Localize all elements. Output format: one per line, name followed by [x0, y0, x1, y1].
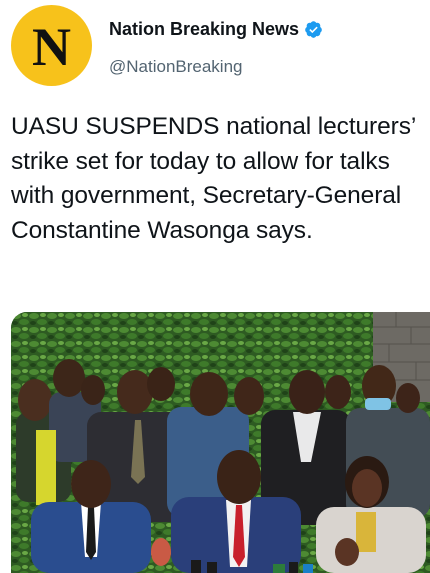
avatar-letter: N	[32, 16, 71, 77]
account-handle[interactable]: @NationBreaking	[109, 57, 243, 77]
display-name[interactable]: Nation Breaking News	[109, 19, 299, 40]
press-conference-photo	[11, 312, 430, 573]
tweet-header: N Nation Breaking News @NationBreaking	[0, 0, 430, 92]
tweet-photo[interactable]	[11, 312, 430, 573]
tweet-text: UASU SUSPENDS national lecturers’ strike…	[11, 113, 416, 244]
display-name-row[interactable]: Nation Breaking News	[109, 19, 323, 40]
verified-badge-icon	[304, 20, 323, 39]
account-avatar[interactable]: N	[11, 5, 92, 86]
